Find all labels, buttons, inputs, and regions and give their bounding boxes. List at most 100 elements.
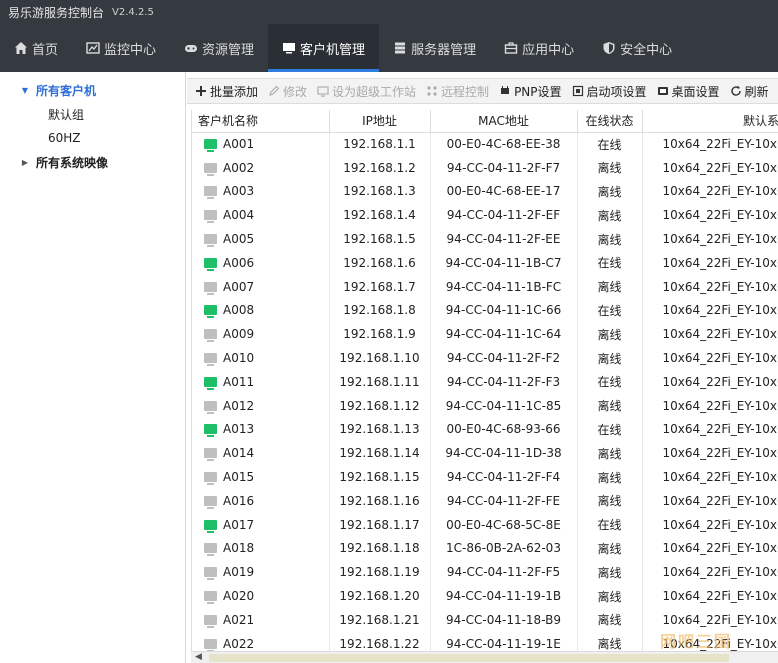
cell-status-text: 在线 (597, 518, 622, 533)
table-row[interactable]: A014 192.168.1.14 94-CC-04-11-1D-38 离线 10x64… (192, 441, 778, 466)
cell-ip: 192.168.1.17 (329, 512, 431, 537)
cell-client-name-text: A011 (223, 374, 255, 389)
cell-ip-text: 192.168.1.9 (343, 327, 416, 342)
cell-default-os: 10x64_22Fi_EY-10x64 (642, 465, 778, 489)
cell-mac-text: 94-CC-04-11-1D-38 (445, 446, 562, 461)
cell-mac-text: 00-E0-4C-68-5C-8E (446, 517, 561, 532)
cell-ip-text: 192.168.1.2 (343, 160, 416, 175)
cell-client-name-text: A004 (223, 208, 255, 223)
table-row[interactable]: A011 192.168.1.11 94-CC-04-11-2F-F3 在线 10x64… (192, 369, 778, 394)
cell-mac: 94-CC-04-11-1C-66 (430, 298, 578, 323)
table-row[interactable]: A018 192.168.1.18 1C-86-0B-2A-62-03 离线 10x64… (192, 536, 778, 561)
nav-home[interactable]: 首页 (0, 24, 72, 72)
tree-all-clients[interactable]: ▼ 所有客户机 (0, 78, 185, 102)
cell-default-os-text: 10x64_22Fi_EY-10x64 (662, 398, 778, 413)
cell-ip: 192.168.1.9 (329, 322, 431, 347)
cell-default-os: 10x64_22Fi_EY-10x64 (642, 369, 778, 394)
cell-mac: 1C-86-0B-2A-62-03 (430, 536, 578, 561)
nav-resources[interactable]: 资源管理 (170, 24, 268, 72)
tree-all-images-label: 所有系统映像 (36, 155, 109, 170)
briefcase-icon (504, 42, 518, 54)
horizontal-scrollbar[interactable]: ◀ (191, 651, 778, 663)
table-row[interactable]: A004 192.168.1.4 94-CC-04-11-2F-EF 离线 10x64_… (192, 203, 778, 228)
cell-mac-text: 94-CC-04-11-2F-F5 (446, 565, 561, 580)
cell-client-name-text: A015 (223, 470, 255, 485)
set-super-label: 设为超级工作站 (332, 84, 417, 99)
refresh-button[interactable]: 刷新 (730, 83, 769, 100)
nav-monitor[interactable]: 监控中心 (72, 24, 170, 72)
table-row[interactable]: A002 192.168.1.2 94-CC-04-11-2F-F7 离线 10x64_… (192, 155, 778, 180)
edit-button[interactable]: 修改 (268, 83, 307, 100)
col-header-status[interactable]: 在线状态 (577, 110, 643, 133)
table-row[interactable]: A003 192.168.1.3 00-E0-4C-68-EE-17 离线 10x64_… (192, 179, 778, 204)
tree-group-default[interactable]: 默认组 (0, 102, 185, 126)
cell-status-text: 离线 (597, 232, 622, 247)
table-row[interactable]: A010 192.168.1.10 94-CC-04-11-2F-F2 离线 10x64… (192, 346, 778, 370)
cell-client-name: A021 (192, 607, 330, 632)
remote-control-button[interactable]: 远程控制 (426, 83, 489, 100)
cell-ip: 192.168.1.6 (329, 250, 431, 275)
cell-client-name: A001 (192, 132, 330, 156)
table-row[interactable]: A017 192.168.1.17 00-E0-4C-68-5C-8E 在线 10x64… (192, 512, 778, 537)
table-row[interactable]: A016 192.168.1.16 94-CC-04-11-2F-FE 离线 10x64… (192, 488, 778, 513)
scroll-left-icon[interactable]: ◀ (195, 652, 202, 662)
col-header-mac[interactable]: MAC地址 (430, 110, 578, 133)
table-row[interactable]: A005 192.168.1.5 94-CC-04-11-2F-EE 离线 10x64_… (192, 227, 778, 251)
col-header-name[interactable]: 客户机名称 (192, 110, 330, 133)
desktop-settings-button[interactable]: 桌面设置 (657, 83, 720, 100)
cell-ip: 192.168.1.18 (329, 536, 431, 561)
batch-add-button[interactable]: 批量添加 (195, 83, 258, 100)
set-super-workstation-button[interactable]: 设为超级工作站 (317, 83, 416, 100)
startup-settings-button[interactable]: 启动项设置 (572, 83, 647, 100)
scrollbar-thumb[interactable] (209, 654, 729, 662)
cell-mac: 94-CC-04-11-2F-F2 (430, 346, 578, 370)
table-row[interactable]: A007 192.168.1.7 94-CC-04-11-1B-FC 离线 10x64_… (192, 274, 778, 299)
cell-mac: 94-CC-04-11-2F-F4 (430, 465, 578, 489)
cell-client-name: A007 (192, 274, 330, 299)
cell-status: 离线 (577, 465, 643, 489)
offline-computer-icon (204, 353, 217, 367)
nav-servers[interactable]: 服务器管理 (379, 24, 490, 72)
nav-security-label: 安全中心 (620, 42, 673, 58)
table-row[interactable]: A020 192.168.1.20 94-CC-04-11-19-1B 离线 10x64… (192, 584, 778, 608)
tree-group-60hz-label: 60HZ (48, 131, 81, 145)
main-panel: 批量添加 修改 设为超级工作站 远程控制 PNP设置 启动项设置 桌面设置 刷新… (187, 72, 778, 663)
table-row[interactable]: A019 192.168.1.19 94-CC-04-11-2F-F5 离线 10x64… (192, 560, 778, 585)
col-header-ip[interactable]: IP地址 (329, 110, 431, 133)
table-row[interactable]: A008 192.168.1.8 94-CC-04-11-1C-66 在线 10x64_… (192, 298, 778, 323)
table-row[interactable]: A001 192.168.1.1 00-E0-4C-68-EE-38 在线 10x64_… (192, 132, 778, 156)
cell-ip: 192.168.1.7 (329, 274, 431, 299)
table-row[interactable]: A012 192.168.1.12 94-CC-04-11-1C-85 离线 10x64… (192, 393, 778, 418)
cell-mac: 94-CC-04-11-2F-F7 (430, 155, 578, 180)
cell-status-text: 离线 (597, 494, 622, 509)
cell-client-name-text: A017 (223, 517, 255, 532)
col-header-os[interactable]: 默认系统 (642, 110, 778, 133)
nav-clients[interactable]: 客户机管理 (268, 24, 380, 72)
nav-security[interactable]: 安全中心 (588, 24, 686, 72)
tree-group-60hz[interactable]: 60HZ (0, 126, 185, 150)
cell-status: 离线 (577, 607, 643, 632)
cell-default-os: 10x64_22Fi_EY-10x64 (642, 274, 778, 299)
cell-ip-text: 192.168.1.8 (343, 303, 416, 318)
table-row[interactable]: A015 192.168.1.15 94-CC-04-11-2F-F4 离线 10x64… (192, 465, 778, 489)
cell-client-name-text: A008 (223, 303, 255, 318)
cell-mac-text: 94-CC-04-11-2F-F2 (446, 351, 561, 366)
collapse-arrow-icon[interactable]: ▶ (20, 158, 30, 167)
remote-label: 远程控制 (441, 84, 490, 99)
startup-label: 启动项设置 (586, 84, 647, 99)
expand-arrow-icon[interactable]: ▼ (20, 86, 30, 95)
table-row[interactable]: A009 192.168.1.9 94-CC-04-11-1C-64 离线 10x64_… (192, 322, 778, 347)
cell-default-os: 10x64_22Fi_EY-10x64 (642, 155, 778, 180)
nav-apps[interactable]: 应用中心 (490, 24, 588, 72)
cell-status: 离线 (577, 227, 643, 251)
cell-mac: 94-CC-04-11-1C-64 (430, 322, 578, 347)
cell-client-name: A012 (192, 393, 330, 418)
cell-mac: 94-CC-04-11-2F-EF (430, 203, 578, 228)
table-row[interactable]: A013 192.168.1.13 00-E0-4C-68-93-66 在线 10x64… (192, 417, 778, 442)
table-row[interactable]: A006 192.168.1.6 94-CC-04-11-1B-C7 在线 10x64_… (192, 250, 778, 275)
cell-status-text: 离线 (597, 589, 622, 604)
tree-all-images[interactable]: ▶ 所有系统映像 (0, 150, 185, 174)
pnp-settings-button[interactable]: PNP设置 (499, 83, 562, 100)
sidebar-tree: ▼ 所有客户机 默认组 60HZ ▶ 所有系统映像 (0, 72, 186, 663)
cell-status: 在线 (577, 250, 643, 275)
